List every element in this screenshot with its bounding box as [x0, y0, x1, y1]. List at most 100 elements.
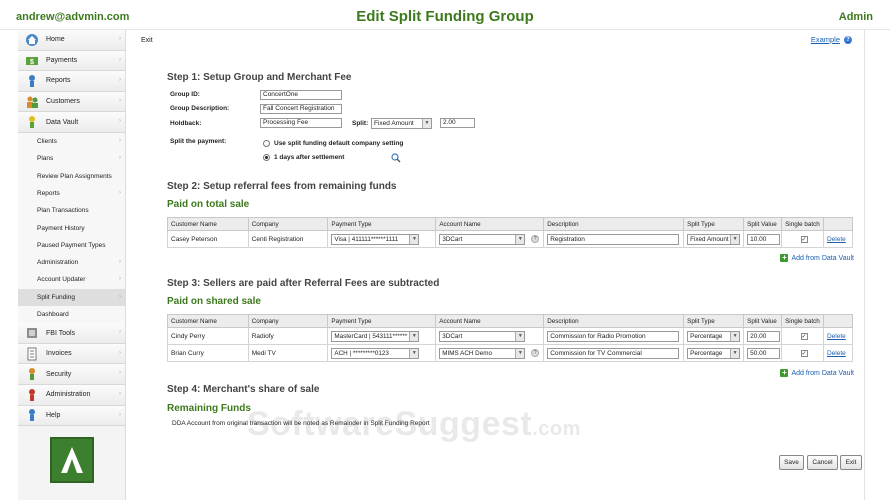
chevron-right-icon: › — [119, 259, 121, 266]
radio-button-selected[interactable] — [263, 154, 270, 161]
column-header: Description — [543, 314, 685, 328]
step3-title: Step 3: Sellers are paid after Referral … — [167, 278, 440, 289]
chevron-down-icon: ▼ — [515, 348, 525, 358]
chevron-down-icon: ▼ — [515, 234, 525, 244]
sidebar-subitem-paused-payment-types[interactable]: Paused Payment Types — [18, 236, 125, 255]
payment-type-select[interactable]: Visa | 411111******1111 ▼ — [331, 233, 420, 245]
exit-link[interactable]: Exit — [141, 37, 153, 44]
sidebar-item-fbi-tools[interactable]: FBI Tools › — [18, 323, 125, 344]
help-icon[interactable]: ? — [531, 235, 540, 243]
sidebar-item-reports[interactable]: Reports › — [18, 71, 125, 92]
sidebar-subitem-dashboard[interactable]: Dashboard — [18, 305, 125, 324]
sidebar-subitem-payment-history[interactable]: Payment History — [18, 219, 125, 237]
step3-subtitle: Paid on shared sale — [167, 296, 261, 307]
column-header: Split Type — [683, 314, 745, 328]
chevron-right-icon: › — [119, 391, 121, 398]
description-input[interactable]: Commission for TV Commercial — [547, 347, 680, 359]
security-icon — [24, 366, 40, 382]
sidebar-subitem-review-plan-assignments[interactable]: Review Plan Assignments — [18, 167, 125, 185]
split-value-input[interactable]: 20.00 — [747, 330, 781, 342]
watermark: SoftwareSuggest.com — [247, 405, 581, 443]
description-input[interactable]: Commission for Radio Promotion — [547, 330, 680, 342]
step4-title: Step 4: Merchant's share of sale — [167, 384, 320, 395]
split-value-input[interactable]: 50.00 — [747, 347, 781, 359]
description-input[interactable]: Registration — [547, 233, 680, 245]
sidebar-item-customers[interactable]: Customers › — [18, 91, 125, 113]
single-batch-checkbox[interactable]: ✓ — [800, 349, 808, 357]
radio-button[interactable] — [263, 140, 270, 147]
single-batch-checkbox[interactable]: ✓ — [800, 332, 808, 340]
exit-button[interactable]: Exit — [840, 455, 862, 470]
chevron-down-icon: ▼ — [409, 234, 419, 244]
account-name-select[interactable]: 3DCart ▼ — [439, 330, 526, 342]
step1-title: Step 1: Setup Group and Merchant Fee — [167, 72, 352, 83]
magnifier-icon[interactable] — [391, 153, 401, 165]
single-batch-checkbox[interactable]: ✓ — [800, 235, 808, 243]
payment-type-select[interactable]: MasterCard | 543111****** ▼ — [331, 330, 420, 342]
chevron-right-icon: › — [119, 77, 121, 84]
sidebar-subitem-reports[interactable]: Reports › — [18, 184, 125, 203]
data-vault-icon — [24, 114, 40, 130]
column-header: Company — [247, 217, 329, 231]
sidebar-item-payments[interactable]: $ Payments › — [18, 50, 125, 72]
plus-icon: + — [780, 368, 789, 377]
column-header: Split Value — [743, 217, 783, 231]
svg-text:$: $ — [30, 59, 34, 66]
top-header: andrew@advmin.com Edit Split Funding Gro… — [0, 0, 890, 30]
chevron-right-icon: › — [119, 56, 121, 63]
column-header: Split Value — [743, 314, 783, 328]
column-header: Split Type — [683, 217, 745, 231]
chevron-down-icon: ▼ — [409, 348, 419, 358]
account-name-select[interactable]: MIMS ACH Demo ▼ — [439, 347, 526, 359]
delete-link[interactable]: Delete — [827, 333, 846, 340]
delete-link[interactable]: Delete — [827, 350, 846, 357]
example-link[interactable]: Example ? — [811, 35, 852, 44]
sidebar-subitem-account-updater[interactable]: Account Updater › — [18, 271, 125, 289]
table-row: Cindy Perry Radiofy MasterCard | 543111*… — [167, 327, 854, 345]
split-type-select[interactable]: Percentage ▼ — [687, 347, 741, 359]
company-name: Centi Registration — [247, 230, 329, 248]
split-type-select[interactable]: Fixed Amount ▼ — [371, 118, 432, 129]
split-value-input[interactable]: 10.00 — [747, 233, 781, 245]
chevron-right-icon: › — [119, 118, 121, 125]
chevron-right-icon: › — [119, 36, 121, 42]
chevron-down-icon: ▼ — [409, 331, 419, 341]
sidebar-item-help[interactable]: Help › — [18, 405, 125, 427]
sidebar-subitem-plans[interactable]: Plans › — [18, 150, 125, 168]
split-amount-input[interactable]: 2.00 — [440, 118, 475, 128]
chevron-down-icon: ▼ — [730, 234, 740, 244]
help-icon[interactable]: ? — [531, 349, 540, 357]
sidebar-subitem-split-funding[interactable]: Split Funding › — [18, 288, 125, 306]
split-type-select[interactable]: Percentage ▼ — [687, 330, 741, 342]
chevron-right-icon: › — [119, 349, 121, 356]
payment-type-select[interactable]: ACH | *********0123 ▼ — [331, 347, 420, 359]
cancel-button[interactable]: Cancel — [807, 455, 838, 470]
sidebar-item-invoices[interactable]: Invoices › — [18, 343, 125, 365]
chevron-right-icon: › — [119, 97, 121, 104]
delete-link[interactable]: Delete — [827, 236, 846, 243]
account-name-select[interactable]: 3DCart ▼ — [439, 233, 526, 245]
sidebar-item-administration[interactable]: Administration › — [18, 385, 125, 406]
sidebar-item-data-vault[interactable]: Data Vault › — [18, 112, 125, 133]
chevron-down-icon: ▼ — [422, 119, 431, 128]
column-header: Single batch — [781, 314, 824, 328]
help-circle-icon[interactable]: ? — [844, 35, 852, 44]
save-button[interactable]: Save — [779, 455, 804, 470]
group-id-input[interactable]: ConcertOne — [260, 90, 342, 100]
group-description-input[interactable]: Fall Concert Registration — [260, 104, 342, 114]
sidebar-item-home[interactable]: Home › — [18, 30, 125, 51]
sidebar-subitem-clients[interactable]: Clients › — [18, 132, 125, 151]
sidebar-subitem-administration[interactable]: Administration › — [18, 254, 125, 272]
sidebar-item-security[interactable]: Security › — [18, 364, 125, 386]
radio-default-setting[interactable]: Use split funding default company settin… — [263, 140, 403, 147]
holdback-input[interactable]: Processing Fee — [260, 118, 342, 128]
chevron-down-icon: ▼ — [730, 348, 740, 358]
add-from-data-vault-link[interactable]: + Add from Data Vault — [780, 254, 854, 262]
column-header — [822, 217, 854, 231]
chevron-right-icon: › — [119, 370, 121, 377]
sidebar-subitem-plan-transactions[interactable]: Plan Transactions — [18, 202, 125, 220]
split-type-select[interactable]: Fixed Amount ▼ — [687, 233, 741, 245]
group-id-label: Group ID: — [170, 91, 200, 98]
add-from-data-vault-link[interactable]: + Add from Data Vault — [780, 369, 854, 377]
radio-days-after-settlement[interactable]: 1 days after settlement — [263, 154, 344, 161]
